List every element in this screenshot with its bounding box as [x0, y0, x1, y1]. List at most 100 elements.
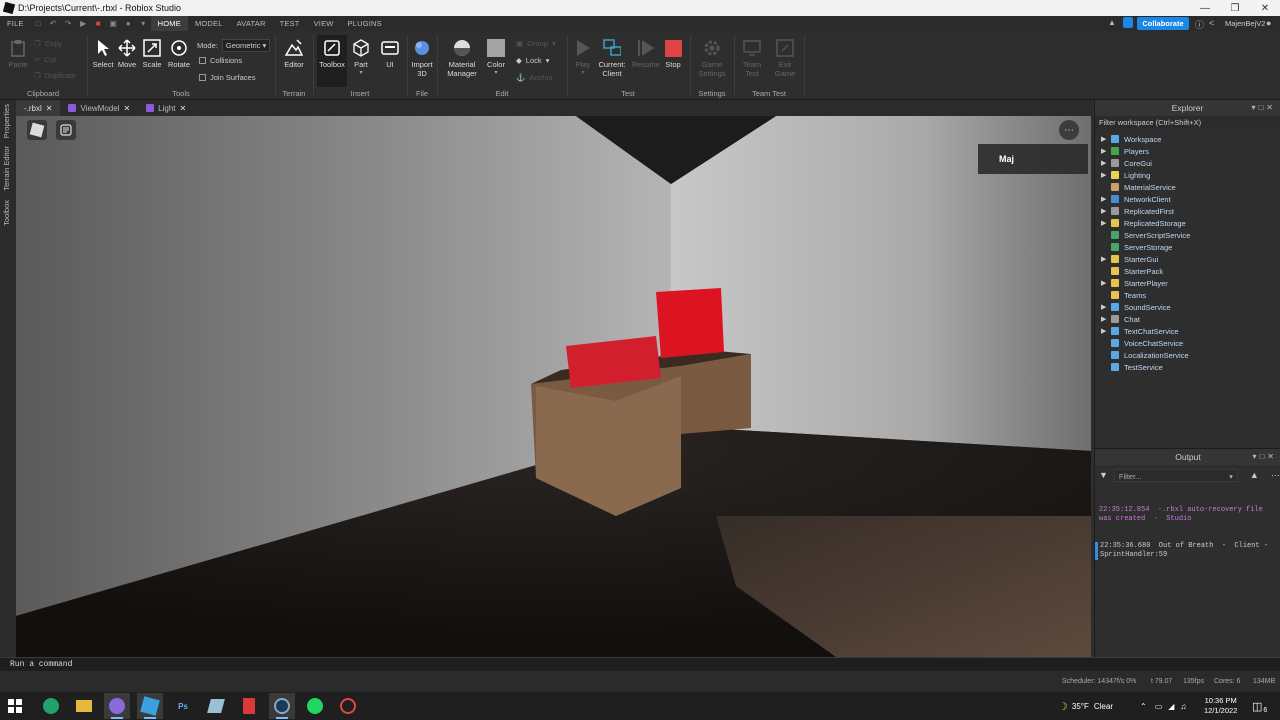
close-icon[interactable]: ✕ — [180, 104, 187, 113]
stop-button[interactable]: Stop — [658, 39, 688, 69]
paint-taskbar-button[interactable] — [203, 693, 229, 719]
play-quick-icon[interactable]: ▶ — [79, 19, 88, 28]
menu-view[interactable]: VIEW — [307, 19, 341, 28]
play-button[interactable]: Play ▾ — [568, 39, 598, 76]
explorer-item[interactable]: ▶ Workspace — [1095, 133, 1280, 145]
explorer-item[interactable]: ▶ CoreGui — [1095, 157, 1280, 169]
close-icon[interactable]: ✕ — [46, 104, 53, 113]
filter-icon[interactable]: ▼ — [1099, 470, 1108, 480]
explorer-item[interactable]: ▶ Chat — [1095, 313, 1280, 325]
join-surfaces-check[interactable] — [199, 74, 206, 81]
output-filter-input[interactable]: Filter... ▾ — [1113, 468, 1238, 482]
notification-icon[interactable] — [1123, 17, 1133, 28]
tab-light[interactable]: Light ✕ — [138, 100, 194, 116]
scale-button[interactable]: Scale — [137, 39, 167, 69]
color-button[interactable]: Color ▾ — [481, 39, 511, 76]
tab-place[interactable]: -.rbxl ✕ — [16, 100, 61, 116]
group-button[interactable]: ▣ Group ▾ — [516, 39, 556, 48]
stop-quick-icon[interactable]: ■ — [94, 19, 103, 28]
part-button[interactable]: Part ▾ — [346, 39, 376, 76]
collapse-ribbon-icon[interactable]: ▲ — [1108, 18, 1116, 27]
menu-home[interactable]: HOME — [150, 16, 188, 31]
join-surfaces-checkbox[interactable]: Join Surfaces — [199, 73, 255, 82]
command-bar[interactable]: Run a command — [0, 657, 1280, 671]
sidebar-item-toolbox[interactable]: Toolbox — [2, 200, 11, 226]
steam-taskbar-button[interactable] — [269, 693, 295, 719]
explorer-filter-input[interactable]: Filter workspace (Ctrl+Shift+X) — [1095, 116, 1280, 129]
explorer-item[interactable]: MaterialService — [1095, 181, 1280, 193]
toolbox-button[interactable]: Toolbox — [317, 35, 347, 87]
game-viewport[interactable]: ⋯ Maj — [16, 116, 1091, 657]
photoshop-taskbar-button[interactable]: Ps — [170, 693, 196, 719]
resume-button[interactable]: Resume — [631, 39, 661, 69]
expand-arrow-icon[interactable]: ▶ — [1101, 147, 1111, 155]
collisions-checkbox[interactable]: Collisions — [199, 56, 242, 65]
explorer-item[interactable]: ▶ StarterGui — [1095, 253, 1280, 265]
import3d-button[interactable]: Import 3D — [407, 39, 437, 78]
close-icon[interactable]: ✕ — [123, 104, 130, 113]
screenshot-icon[interactable]: ▣ — [109, 19, 118, 28]
weather-widget[interactable]: ☽ 35°F Clear — [1058, 692, 1113, 720]
quick-access-dropdown-icon[interactable]: ▾ — [139, 19, 148, 28]
terrain-editor-button[interactable]: Editor — [279, 39, 309, 69]
explorer-item[interactable]: ▶ SoundService — [1095, 301, 1280, 313]
menu-plugins[interactable]: PLUGINS — [341, 19, 389, 28]
explorer-item[interactable]: ▶ TextChatService — [1095, 325, 1280, 337]
team-test-button[interactable]: Team Test — [737, 39, 767, 78]
explorer-item[interactable]: VoiceChatService — [1095, 337, 1280, 349]
minimize-button[interactable]: — — [1190, 0, 1220, 16]
explorer-item[interactable]: StarterPack — [1095, 265, 1280, 277]
share-icon[interactable]: < — [1209, 18, 1214, 28]
menu-test[interactable]: TEST — [273, 19, 307, 28]
edge-taskbar-button[interactable] — [38, 693, 64, 719]
collisions-check[interactable] — [199, 57, 206, 64]
spotify-taskbar-button[interactable] — [302, 693, 328, 719]
explorer-item[interactable]: ServerScriptService — [1095, 229, 1280, 241]
save-icon[interactable]: □ — [34, 19, 43, 28]
explorer-item[interactable]: TestService — [1095, 361, 1280, 373]
chat-toggle-button[interactable] — [56, 120, 76, 140]
expand-arrow-icon[interactable]: ▶ — [1101, 327, 1111, 335]
panel-controls-icon[interactable]: ▾□✕ — [1251, 103, 1276, 112]
undo-icon[interactable]: ↶ — [49, 19, 58, 28]
menu-avatar[interactable]: AVATAR — [230, 19, 273, 28]
record-icon[interactable]: ● — [124, 19, 133, 28]
expand-arrow-icon[interactable]: ▶ — [1101, 159, 1111, 167]
player-list[interactable]: Maj — [978, 144, 1088, 174]
network-icon[interactable]: ▭ — [1155, 702, 1163, 711]
expand-arrow-icon[interactable]: ▶ — [1101, 135, 1111, 143]
command-input[interactable]: Run a command — [10, 660, 72, 669]
signal-icon[interactable]: ◢ — [1168, 702, 1174, 711]
mode-select[interactable]: Mode: Geometric ▾ — [197, 39, 271, 52]
expand-arrow-icon[interactable]: ▶ — [1101, 171, 1111, 179]
explorer-item[interactable]: ServerStorage — [1095, 241, 1280, 253]
explorer-item[interactable]: ▶ NetworkClient — [1095, 193, 1280, 205]
ui-button[interactable]: UI — [375, 39, 405, 69]
close-window-button[interactable]: ✕ — [1250, 0, 1280, 16]
sidebar-item-terrain-editor[interactable]: Terrain Editor — [2, 146, 11, 191]
material-manager-button[interactable]: Material Manager — [446, 39, 478, 78]
explorer-item[interactable]: ▶ Lighting — [1095, 169, 1280, 181]
expand-arrow-icon[interactable]: ▶ — [1101, 207, 1111, 215]
sidebar-item-properties[interactable]: Properties — [2, 104, 11, 138]
current-client-button[interactable]: Current: Client — [596, 39, 628, 78]
game-settings-button[interactable]: Game Settings — [697, 39, 727, 78]
app-taskbar-button[interactable] — [335, 693, 361, 719]
explorer-item[interactable]: ▶ Players — [1095, 145, 1280, 157]
lock-button[interactable]: ◆ Lock ▾ — [516, 56, 549, 65]
more-icon[interactable]: ⋯ — [1271, 470, 1280, 481]
mode-dropdown[interactable]: Geometric ▾ — [221, 39, 271, 52]
explorer-item[interactable]: ▶ ReplicatedFirst — [1095, 205, 1280, 217]
help-icon[interactable]: ⓘ — [1195, 18, 1204, 31]
exit-game-button[interactable]: Exit Game — [770, 39, 800, 78]
start-button[interactable] — [2, 693, 28, 719]
panel-controls-icon[interactable]: ▾□✕ — [1252, 452, 1277, 461]
username-label[interactable]: MajenBejV2 — [1225, 19, 1265, 28]
duplicate-button[interactable]: ❐ Duplicate — [34, 71, 76, 80]
maximize-button[interactable]: ❐ — [1220, 0, 1250, 16]
volume-icon[interactable]: ♫ — [1180, 702, 1186, 711]
explorer-item[interactable]: ▶ StarterPlayer — [1095, 277, 1280, 289]
obs-taskbar-button[interactable] — [104, 693, 130, 719]
account-icon[interactable]: ● — [1266, 18, 1271, 28]
tab-viewmodel[interactable]: ViewModel ✕ — [60, 100, 138, 116]
